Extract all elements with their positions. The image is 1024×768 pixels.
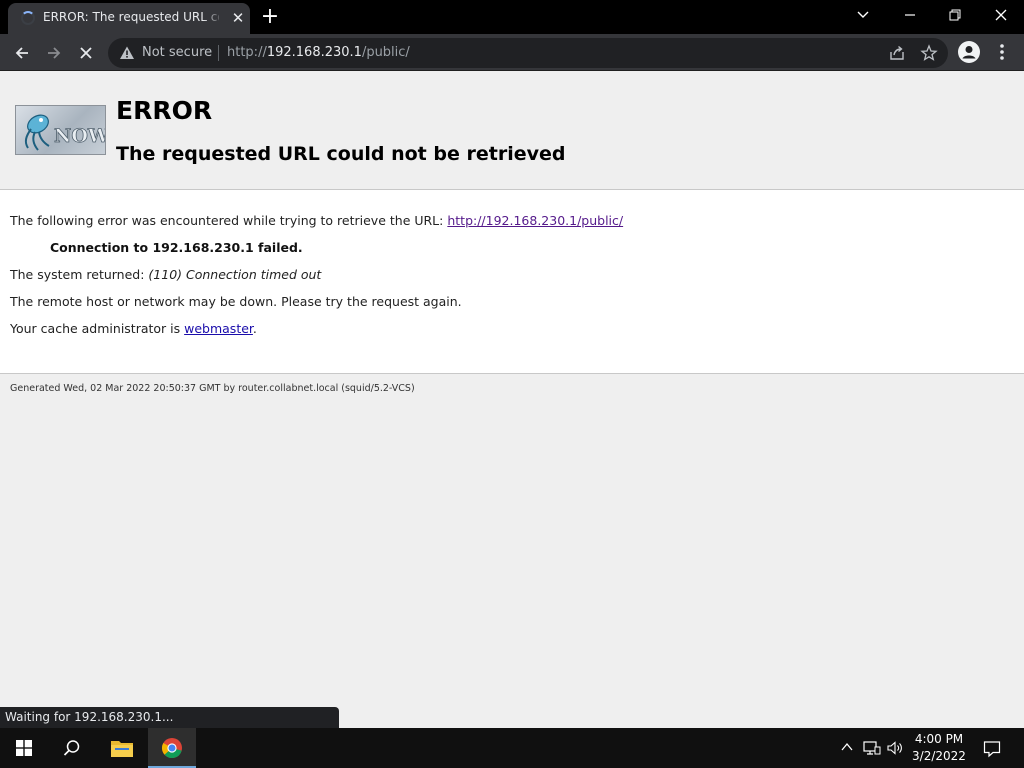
intro-text: The following error was encountered whil… [10, 213, 448, 228]
admin-prefix: Your cache administrator is [10, 321, 185, 336]
taskbar-clock[interactable]: 4:00 PM 3/2/2022 [910, 731, 968, 765]
close-icon [995, 9, 1007, 21]
close-window-button[interactable] [978, 0, 1024, 30]
taskbar-search-button[interactable] [48, 728, 96, 768]
svg-text:NOW: NOW [54, 125, 106, 147]
address-bar[interactable]: Not secure http://192.168.230.1/public/ [108, 38, 948, 68]
back-button[interactable] [8, 39, 36, 67]
chevron-down-icon [857, 11, 869, 18]
system-returned-value: (110) Connection timed out [148, 267, 322, 282]
url-text[interactable]: http://192.168.230.1/public/ [227, 45, 410, 60]
restore-icon [949, 9, 961, 21]
stop-button[interactable] [72, 39, 100, 67]
taskbar-chrome[interactable] [148, 728, 196, 768]
star-icon[interactable] [920, 44, 938, 62]
network-icon[interactable] [863, 740, 881, 756]
url-scheme: http:// [227, 45, 267, 60]
url-path: /public/ [361, 45, 410, 60]
browser-tab[interactable]: ERROR: The requested URL could not be re… [8, 3, 250, 34]
menu-dots-icon[interactable] [997, 41, 1007, 63]
back-arrow-icon [15, 47, 28, 59]
url-host: 192.168.230.1 [266, 45, 362, 60]
failure-message: Connection to 192.168.230.1 failed. [50, 240, 303, 255]
stop-icon [80, 47, 92, 59]
windows-start-icon [16, 740, 32, 756]
page-title: ERROR [116, 96, 213, 125]
tab-search-button[interactable] [840, 0, 886, 30]
omnibox-divider [218, 45, 219, 61]
page-subtitle: The requested URL could not be retrieved [116, 143, 566, 165]
forward-arrow-icon [48, 47, 61, 59]
taskbar-file-explorer[interactable] [98, 728, 146, 768]
profile-icon[interactable] [958, 41, 980, 63]
file-explorer-icon [111, 741, 133, 757]
webmaster-link[interactable]: webmaster [184, 321, 253, 336]
share-icon[interactable] [888, 44, 906, 62]
notification-icon[interactable] [983, 740, 1001, 758]
security-label[interactable]: Not secure [142, 45, 212, 60]
advice-line: The remote host or network may be down. … [10, 294, 462, 309]
volume-icon[interactable] [886, 740, 904, 756]
chevron-up-icon[interactable] [840, 740, 854, 754]
system-returned-label: The system returned: [10, 267, 149, 282]
minimize-button[interactable] [887, 0, 933, 30]
windows-taskbar: 4:00 PM 3/2/2022 [0, 728, 1024, 768]
start-button[interactable] [0, 728, 48, 768]
system-returned-line: The system returned: (110) Connection ti… [10, 267, 321, 282]
intro-line: The following error was encountered whil… [10, 213, 623, 228]
tab-title-fade [203, 6, 223, 28]
new-tab-button[interactable]: + [258, 5, 282, 29]
admin-line: Your cache administrator is webmaster. [10, 321, 257, 336]
search-icon [63, 740, 80, 756]
tab-strip: ERROR: The requested URL could not be re… [0, 0, 1024, 34]
status-bubble: Waiting for 192.168.230.1... [0, 707, 339, 728]
squid-logo: NOW [15, 105, 106, 155]
page-viewport: NOW ERROR The requested URL could not be… [0, 71, 1024, 728]
requested-url-link[interactable]: http://192.168.230.1/public/ [447, 213, 623, 228]
tab-close-button[interactable]: ✕ [229, 9, 247, 27]
loading-spinner-icon [21, 11, 35, 25]
warning-icon [120, 46, 134, 59]
admin-suffix: . [252, 321, 257, 336]
clock-date: 3/2/2022 [912, 749, 966, 763]
clock-time: 4:00 PM [914, 732, 964, 746]
error-details-panel: The following error was encountered whil… [0, 189, 1024, 374]
chrome-icon [161, 738, 182, 758]
forward-button[interactable] [40, 39, 68, 67]
browser-toolbar: Not secure http://192.168.230.1/public/ [0, 34, 1024, 71]
page-footer: Generated Wed, 02 Mar 2022 20:50:37 GMT … [10, 383, 415, 394]
tab-title: ERROR: The requested URL could not be re… [43, 10, 219, 24]
minimize-icon [905, 14, 915, 16]
restore-button[interactable] [932, 0, 978, 30]
